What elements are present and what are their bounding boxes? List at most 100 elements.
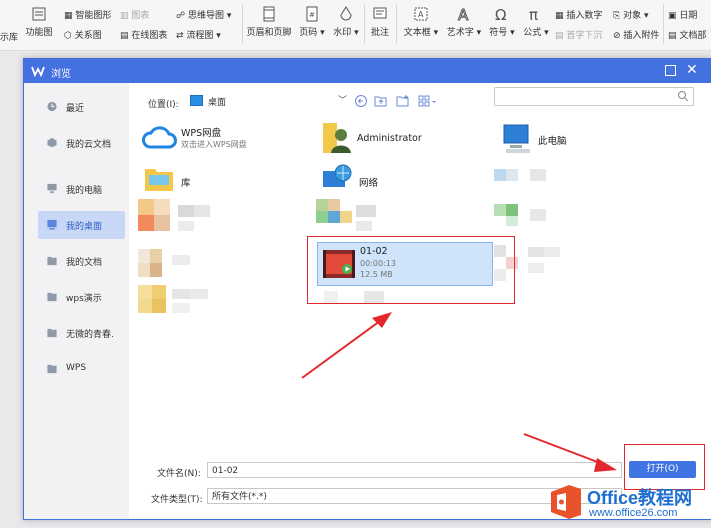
new-folder-icon[interactable] (396, 94, 410, 108)
func-graph-button[interactable]: 功能图 (22, 6, 56, 38)
ribbon-cut-label[interactable]: 示库 (0, 30, 18, 43)
ribbon-separator (364, 4, 365, 44)
cloud-icon (142, 126, 177, 149)
insert-number-button[interactable]: ▦ 插入数字 (555, 8, 602, 21)
cloud-doc-icon (47, 137, 57, 148)
textbox-button[interactable]: A 文本框 ▾ (400, 6, 442, 38)
textbox-label: 文本框 (403, 28, 431, 38)
header-footer-label: 页眉和页脚 (246, 28, 292, 38)
ribbon-toolbar: 示库 功能图 ▦ 智能图形 ▥ 图表 ☍ 思维导图 ▾ ⬡ 关系图 ▤ 在线图表… (0, 0, 711, 51)
annotation-button[interactable]: 批注 (366, 6, 394, 38)
file-subtitle: 双击进入WPS网盘 (181, 140, 247, 149)
file-name: 库 (181, 178, 191, 189)
sidebar-item-documents[interactable]: 我的文档 (38, 247, 125, 275)
sidebar-item-wps[interactable]: WPS (38, 355, 125, 383)
file-item-administrator[interactable]: Administrator (319, 121, 469, 159)
folder-icon (47, 328, 57, 338)
flowchart-button[interactable]: ⇄ 流程图 ▾ (176, 28, 221, 41)
ribbon-separator (396, 4, 397, 44)
sidebar-item-label: 我的文档 (66, 258, 103, 268)
folder-icon (47, 292, 57, 302)
svg-text:A: A (418, 10, 424, 19)
maximize-button[interactable] (665, 65, 676, 76)
close-button[interactable]: ✕ (686, 61, 698, 79)
up-folder-icon[interactable] (374, 94, 388, 108)
doc-part-button[interactable]: ▤ 文档部 (668, 28, 706, 41)
location-value: 桌面 (208, 98, 227, 108)
wps-logo-icon (31, 66, 45, 78)
object-button[interactable]: ⎘ 对象 ▾ (613, 8, 648, 21)
dialog-title: 浏览 (51, 69, 71, 80)
monitor-icon (47, 183, 57, 194)
insert-attachment-button[interactable]: ⊘ 插入附件 (613, 28, 659, 41)
header-footer-icon (263, 6, 275, 22)
chevron-down-icon[interactable]: ﹀ (338, 93, 347, 106)
page-number-button[interactable]: # 页码 ▾ (296, 6, 328, 38)
desktop-icon (190, 95, 203, 106)
svg-text:A: A (458, 6, 469, 22)
date-button[interactable]: ▣ 日期 (668, 8, 697, 21)
art-text-icon: A (458, 6, 470, 22)
drop-cap-button[interactable]: ▤ 首字下沉 (555, 28, 602, 41)
textbox-icon: A (414, 7, 428, 21)
sidebar-item-label: 我的云文档 (66, 140, 112, 150)
sidebar-item-recent[interactable]: 最近 (38, 93, 125, 121)
ribbon-separator (242, 4, 243, 44)
function-graph-icon (32, 7, 46, 21)
blurred-file-item (138, 285, 208, 313)
chart-button[interactable]: ▥ 图表 (120, 8, 149, 21)
smart-shape-button[interactable]: ▦ 智能图形 (64, 8, 111, 21)
sidebar-item-wps-presentation[interactable]: wps演示 (38, 283, 125, 311)
online-chart-button[interactable]: ▤ 在线图表 (120, 28, 167, 41)
filename-label: 文件名(N): (157, 469, 201, 479)
user-folder-icon (323, 123, 351, 153)
art-text-button[interactable]: A 艺术字 ▾ (444, 6, 484, 38)
watermark-button[interactable]: 水印 ▾ (330, 6, 362, 38)
sidebar-item-label: 无微的青春. (66, 330, 114, 340)
folder-icon (47, 364, 57, 374)
back-icon[interactable] (354, 94, 368, 108)
annotation-label: 批注 (370, 28, 389, 38)
sidebar-item-cloud-docs[interactable]: 我的云文档 (38, 129, 125, 157)
file-item-library[interactable]: 库 (141, 163, 261, 199)
location-select[interactable]: 桌面 ﹀ (188, 92, 348, 109)
file-item-network[interactable]: 网络 (321, 163, 441, 199)
file-name: WPS网盘 (181, 128, 222, 139)
mindmap-label: 思维导图 (187, 11, 224, 21)
location-label: 位置(I): (148, 100, 179, 110)
mindmap-button[interactable]: ☍ 思维导图 ▾ (176, 8, 231, 21)
formula-label: 公式 (523, 28, 542, 38)
watermark-label: 水印 (333, 28, 352, 38)
svg-text:#: # (309, 11, 315, 19)
omega-symbol-icon: Ω (495, 6, 506, 22)
svg-text:π: π (529, 6, 538, 22)
filename-input[interactable]: 01-02 (207, 462, 622, 478)
art-text-label: 艺术字 (446, 28, 474, 38)
sidebar-item-label: 最近 (66, 104, 85, 114)
date-label: 日期 (679, 11, 698, 21)
sidebar-item-my-computer[interactable]: 我的电脑 (38, 175, 125, 203)
watermark-url: www.office26.com (589, 507, 678, 519)
folder-icon (47, 256, 57, 266)
annotation-icon (373, 7, 387, 19)
flowchart-label: 流程图 (186, 31, 214, 41)
symbol-button[interactable]: Ω 符号 ▾ (486, 6, 518, 38)
header-footer-button[interactable]: 页眉和页脚 (244, 6, 294, 38)
chart-label: 图表 (131, 11, 150, 21)
search-icon[interactable] (677, 90, 689, 102)
sidebar-item-desktop[interactable]: 我的桌面 (38, 211, 125, 239)
browse-dialog: 浏览 ✕ 最近 我的云文档 我的电脑 我的桌面 我的文档 wps演示 无微的青春… (23, 58, 711, 520)
file-item-this-pc[interactable]: 此电脑 (502, 121, 622, 159)
svg-text:Ω: Ω (495, 6, 506, 22)
file-name: Administrator (357, 133, 422, 144)
formula-button[interactable]: π 公式 ▾ (520, 6, 552, 38)
clock-icon (47, 101, 57, 112)
sidebar-item-folder-youth[interactable]: 无微的青春. (38, 319, 125, 347)
view-mode-icon[interactable] (418, 94, 438, 108)
relation-button[interactable]: ⬡ 关系图 (64, 28, 102, 41)
doc-part-label: 文档部 (679, 31, 707, 41)
search-input[interactable] (494, 87, 694, 106)
blurred-file-item (494, 169, 546, 226)
file-item-wps-cloud[interactable]: WPS网盘 双击进入WPS网盘 (141, 121, 301, 155)
dialog-titlebar[interactable]: 浏览 ✕ (24, 59, 711, 83)
